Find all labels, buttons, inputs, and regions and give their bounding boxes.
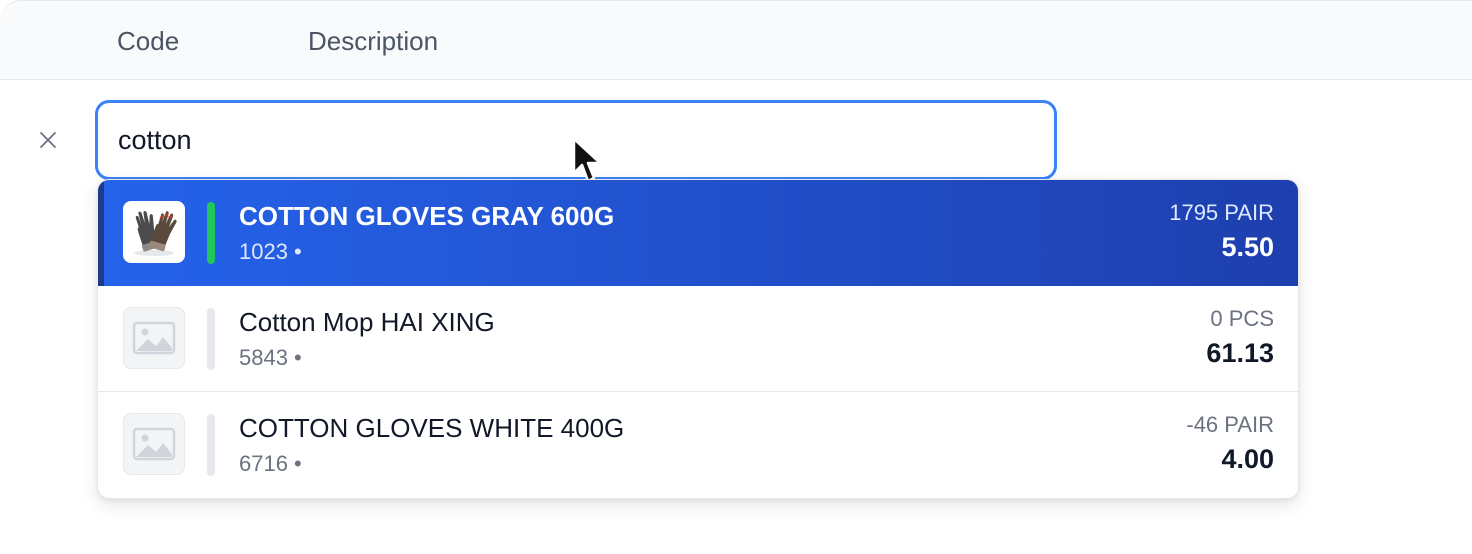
- result-item[interactable]: Cotton Mop HAI XING 5843 • 0 PCS 61.13: [98, 286, 1298, 392]
- item-price: 61.13: [1206, 338, 1274, 368]
- stock-indicator: [207, 202, 215, 264]
- product-thumbnail: [123, 413, 185, 475]
- column-header-description[interactable]: Description: [308, 25, 438, 57]
- product-thumbnail: [123, 201, 185, 263]
- clear-search-button[interactable]: [34, 126, 62, 154]
- item-price: 4.00: [1221, 444, 1274, 474]
- item-code: 6716 •: [239, 451, 302, 476]
- item-name: COTTON GLOVES GRAY 600G: [239, 201, 615, 231]
- search-results-dropdown: COTTON GLOVES GRAY 600G 1023 • 1795 PAIR…: [97, 179, 1299, 499]
- product-thumbnail: [123, 307, 185, 369]
- item-quantity: 1795 PAIR: [1169, 200, 1274, 225]
- item-price: 5.50: [1221, 232, 1274, 262]
- result-item[interactable]: COTTON GLOVES WHITE 400G 6716 • -46 PAIR…: [98, 392, 1298, 498]
- image-placeholder-icon: [132, 321, 176, 355]
- result-item[interactable]: COTTON GLOVES GRAY 600G 1023 • 1795 PAIR…: [98, 180, 1298, 286]
- item-code: 1023 •: [239, 239, 302, 264]
- item-code: 5843 •: [239, 345, 302, 370]
- table-header: Code Description: [0, 0, 1472, 80]
- item-name: COTTON GLOVES WHITE 400G: [239, 413, 625, 443]
- stock-indicator: [207, 308, 215, 370]
- item-quantity: -46 PAIR: [1186, 412, 1274, 437]
- image-placeholder-icon: [132, 427, 176, 461]
- item-name: Cotton Mop HAI XING: [239, 307, 495, 337]
- gloves-image: [134, 210, 177, 256]
- column-header-code[interactable]: Code: [117, 25, 179, 57]
- close-icon: [40, 132, 56, 148]
- item-quantity: 0 PCS: [1210, 306, 1274, 331]
- stock-indicator: [207, 414, 215, 476]
